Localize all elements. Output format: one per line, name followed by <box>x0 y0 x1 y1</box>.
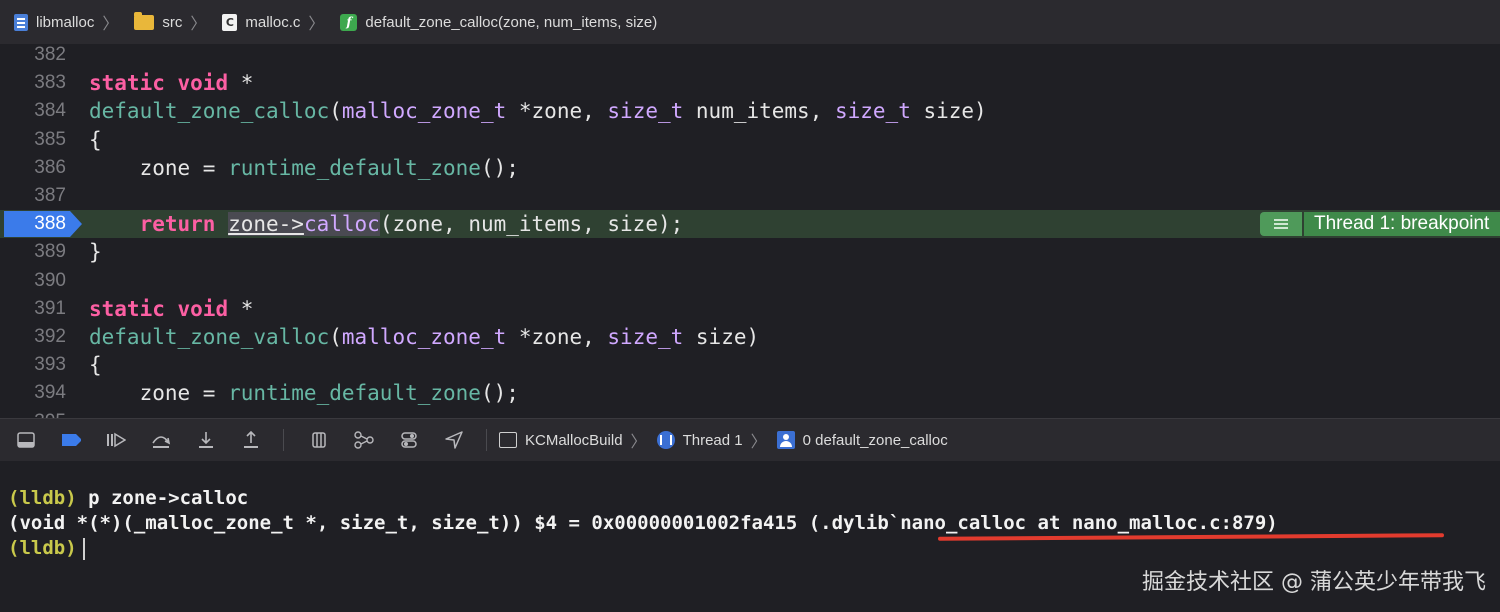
code-line[interactable]: 386 zone = runtime_default_zone(); <box>0 154 1500 182</box>
code-text: { <box>89 127 102 152</box>
code-text: { <box>89 353 102 378</box>
code-line[interactable]: 385 { <box>0 126 1500 154</box>
console-command-line: (lldb) p zone->calloc <box>8 485 248 511</box>
code-line[interactable]: 394 zone = runtime_default_zone(); <box>0 379 1500 407</box>
list-icon <box>1260 212 1302 237</box>
thread-badge-label: Thread 1: breakpoint <box>1304 212 1500 237</box>
jump-bar: libmalloc 〉 src 〉 C malloc.c 〉 f default… <box>0 0 1500 45</box>
line-number: 382 <box>34 44 66 65</box>
folder-icon <box>134 11 155 30</box>
line-number: 391 <box>34 297 66 319</box>
jump-bar-item-folder[interactable]: src 〉 <box>134 10 206 34</box>
step-over-icon[interactable] <box>151 430 171 450</box>
code-text: } <box>89 240 102 265</box>
line-number: 387 <box>34 185 66 206</box>
code-line[interactable]: 389} <box>0 238 1500 266</box>
source-editor[interactable]: 382 383 static void * 384 default_zone_callo… <box>0 44 1500 418</box>
hide-debug-area-icon[interactable] <box>16 430 36 450</box>
code-line[interactable]: 388 return zone->calloc(zone, num_items,… <box>0 210 1500 239</box>
step-out-icon[interactable] <box>241 430 261 450</box>
line-number: 393 <box>34 354 66 376</box>
code-line[interactable]: 387 <box>0 182 1500 210</box>
line-number: 392 <box>34 326 66 347</box>
step-into-icon[interactable] <box>196 430 216 450</box>
breadcrumb-target[interactable]: KCMallocBuild 〉 <box>499 428 647 452</box>
breadcrumb-frame[interactable]: 0 default_zone_calloc <box>776 431 948 449</box>
thread-breakpoint-badge[interactable]: Thread 1: breakpoint <box>1260 212 1500 237</box>
target-icon <box>499 432 517 448</box>
project-icon <box>14 13 28 31</box>
jump-bar-item-project[interactable]: libmalloc 〉 <box>14 10 118 34</box>
code-line[interactable]: 393 { <box>0 351 1500 379</box>
code-text: default_zone_calloc(malloc_zone_t *zone,… <box>89 99 987 124</box>
breadcrumb-label: KCMallocBuild <box>525 431 623 449</box>
line-number: 390 <box>34 269 66 291</box>
line-number: 385 <box>34 128 66 150</box>
lldb-prompt: (lldb) <box>8 487 77 509</box>
code-line[interactable]: 392 default_zone_valloc(malloc_zone_t *zo… <box>0 323 1500 351</box>
c-file-icon: C <box>222 13 238 31</box>
line-number: 383 <box>34 72 66 94</box>
breadcrumb-label: Thread 1 <box>682 431 743 449</box>
chevron-right-icon: 〉 <box>750 434 767 451</box>
code-line[interactable]: 395 <box>0 408 1500 418</box>
environment-overrides-icon[interactable] <box>399 430 419 450</box>
code-text: return zone->calloc(zone, num_items, siz… <box>139 212 684 237</box>
code-text: zone = runtime_default_zone(); <box>89 381 519 406</box>
chevron-right-icon: 〉 <box>630 434 647 451</box>
console-input-line[interactable]: (lldb) <box>8 535 85 561</box>
location-icon[interactable] <box>444 430 464 450</box>
jump-bar-label: libmalloc <box>36 13 95 31</box>
chevron-right-icon: 〉 <box>190 16 207 33</box>
frame-icon <box>776 431 795 449</box>
console-output: (void *(*)(_malloc_zone_t *, size_t, siz… <box>8 512 1278 534</box>
breadcrumb-thread[interactable]: Thread 1 〉 <box>656 428 767 452</box>
jump-bar-label: src <box>162 13 183 31</box>
line-number: 389 <box>34 241 66 263</box>
line-number: 395 <box>0 408 66 418</box>
divider <box>486 429 487 451</box>
text-caret <box>82 537 85 560</box>
chevron-right-icon: 〉 <box>308 16 325 33</box>
code-line[interactable]: 382 <box>0 44 1500 69</box>
breakpoints-toggle-icon[interactable] <box>61 430 81 450</box>
line-number: 388 <box>34 213 66 235</box>
thread-icon <box>656 431 675 449</box>
breadcrumb-label: 0 default_zone_calloc <box>802 431 948 449</box>
jump-bar-item-function[interactable]: f default_zone_calloc(zone, num_items, s… <box>340 13 658 31</box>
code-text: default_zone_valloc(malloc_zone_t *zone,… <box>89 325 760 349</box>
code-text: static void * <box>89 71 254 96</box>
jump-bar-label: default_zone_calloc(zone, num_items, siz… <box>365 13 658 31</box>
code-text: zone = runtime_default_zone(); <box>89 155 519 180</box>
debug-bar: KCMallocBuild 〉 Thread 1 〉 0 default_zon… <box>0 418 1500 462</box>
view-hierarchy-icon[interactable] <box>309 430 329 450</box>
line-number: 394 <box>34 382 66 404</box>
function-icon: f <box>340 13 358 31</box>
console-command: p zone->calloc <box>76 487 249 509</box>
continue-icon[interactable] <box>106 430 126 450</box>
code-line[interactable]: 390 <box>0 267 1500 295</box>
jump-bar-item-file[interactable]: C malloc.c 〉 <box>222 10 324 34</box>
chevron-right-icon: 〉 <box>102 16 119 33</box>
line-number: 386 <box>34 156 66 178</box>
line-number: 384 <box>34 100 66 122</box>
code-text: static void * <box>89 296 254 321</box>
jump-bar-label: malloc.c <box>245 13 301 31</box>
code-line[interactable]: 391 static void * <box>0 295 1500 323</box>
divider <box>283 429 284 451</box>
lldb-prompt: (lldb) <box>8 537 77 559</box>
code-line[interactable]: 384 default_zone_calloc(malloc_zone_t *zo… <box>0 97 1500 125</box>
watermark: 掘金技术社区 @ 蒲公英少年带我飞 <box>1142 570 1486 595</box>
code-line[interactable]: 383 static void * <box>0 69 1500 97</box>
memory-graph-icon[interactable] <box>354 430 374 450</box>
